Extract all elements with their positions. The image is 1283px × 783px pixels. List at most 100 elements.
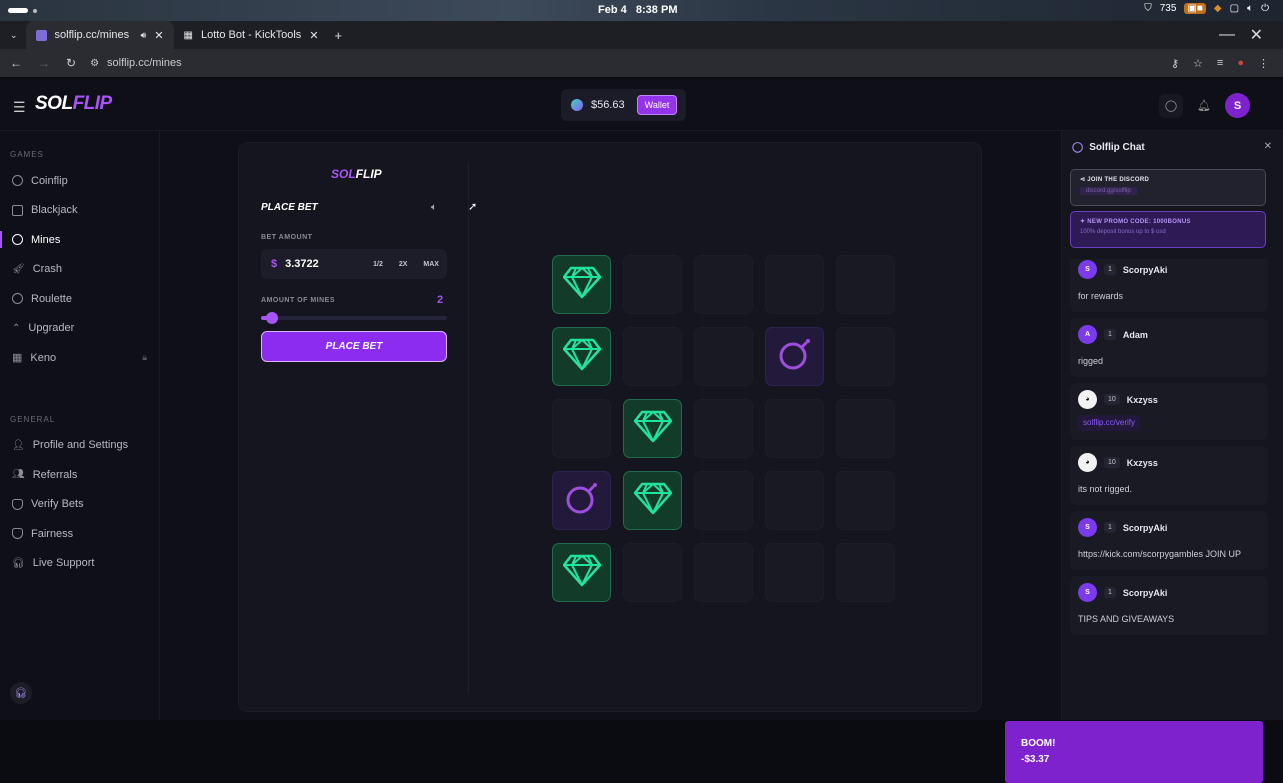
mine-tile[interactable]	[836, 471, 895, 530]
mine-tile-gem[interactable]	[552, 255, 611, 314]
support-headset-icon[interactable]: 🎧︎	[10, 682, 32, 704]
discord-link[interactable]: discord.gg/solflip	[1080, 187, 1137, 195]
sidebar-item-blackjack[interactable]: Blackjack	[0, 196, 159, 226]
media-icon[interactable]: ≡	[1217, 57, 1223, 70]
mine-tile[interactable]	[765, 471, 824, 530]
mine-tile[interactable]	[836, 327, 895, 386]
chat-icon[interactable]: ◯	[1159, 93, 1184, 118]
mine-tile[interactable]	[552, 399, 611, 458]
workspace-indicator[interactable]	[8, 8, 28, 13]
mine-tile[interactable]	[836, 543, 895, 602]
mine-tile[interactable]	[836, 255, 895, 314]
sidebar-item-verify-bets[interactable]: Verify Bets	[0, 490, 159, 520]
window-icon[interactable]: ▢	[1230, 3, 1239, 14]
mine-tile-gem[interactable]	[552, 327, 611, 386]
close-chat-icon[interactable]: ✕	[1264, 141, 1272, 152]
menu-icon[interactable]: ☰	[13, 99, 26, 116]
chat-avatar[interactable]: ◕	[1078, 390, 1097, 409]
sidebar-item-roulette[interactable]: Roulette	[0, 284, 159, 314]
place-bet-button[interactable]: PLACE BET	[261, 331, 447, 362]
minimize-icon[interactable]: —	[1219, 26, 1235, 44]
reload-icon[interactable]: ↻	[66, 56, 76, 70]
tab-solflip[interactable]: solflip.cc/mines 🔊︎ ✕	[25, 21, 174, 49]
bookmark-star-icon[interactable]: ☆	[1193, 57, 1203, 70]
new-tab-icon[interactable]: +	[335, 28, 343, 43]
chat-username[interactable]: Kxzyss	[1127, 458, 1158, 468]
site-logo[interactable]: SOLFLIP	[35, 93, 112, 115]
mines-slider[interactable]	[261, 312, 447, 324]
site-info-icon[interactable]: ⚙	[90, 58, 99, 69]
wallet-button[interactable]: Wallet	[636, 95, 678, 115]
sidebar-item-live-support[interactable]: 🎧︎ Live Support	[0, 549, 159, 579]
key-icon[interactable]: ⚷	[1171, 57, 1179, 70]
back-icon[interactable]: ←	[10, 56, 22, 70]
mine-tile[interactable]	[623, 543, 682, 602]
chat-username[interactable]: ScorpyAki	[1123, 265, 1168, 275]
half-bet-button[interactable]: 1/2	[373, 261, 383, 268]
mine-tile[interactable]	[694, 327, 753, 386]
solflip-app: ☰ SOLFLIP $56.63 Wallet ◯ 🔔︎ S GAMES Coi…	[0, 79, 1283, 783]
volume-icon[interactable]: 🔈︎	[1247, 3, 1253, 14]
close-window-icon[interactable]: ✕	[1250, 25, 1263, 45]
avatar[interactable]: S	[1225, 93, 1250, 118]
bell-icon[interactable]: 🔔︎	[1197, 99, 1211, 112]
shield-icon[interactable]: ⛉	[1144, 3, 1152, 14]
sidebar-item-crash[interactable]: 🚀︎ Crash	[0, 255, 159, 285]
sidebar-item-referrals[interactable]: 👥︎ Referrals	[0, 460, 159, 490]
chat-message-header: S 1 ScorpyAki	[1078, 260, 1260, 279]
chat-username[interactable]: ScorpyAki	[1123, 523, 1168, 533]
double-bet-button[interactable]: 2X	[399, 261, 408, 268]
sidebar-item-profile[interactable]: 👤︎ Profile and Settings	[0, 431, 159, 461]
sidebar-item-mines[interactable]: Mines	[0, 225, 159, 255]
sidebar-item-fairness[interactable]: Fairness	[0, 519, 159, 549]
tab-lotto-bot[interactable]: ▦ Lotto Bot - KickTools ✕	[174, 21, 329, 49]
mine-tile-gem[interactable]	[623, 399, 682, 458]
chat-message-text[interactable]: solflip.cc/verify	[1078, 415, 1141, 431]
mines-slider-knob[interactable]	[266, 312, 279, 324]
menu-icon[interactable]: ⋮	[1258, 57, 1269, 70]
chat-avatar[interactable]: S	[1078, 583, 1097, 602]
mine-tile[interactable]	[765, 399, 824, 458]
bet-amount-input[interactable]: $ 3.3722 1/2 2X MAX	[261, 249, 447, 279]
mine-tile[interactable]	[623, 255, 682, 314]
chat-avatar[interactable]: ◕	[1078, 453, 1097, 472]
profile-icon[interactable]: ●	[1237, 57, 1244, 70]
alert-icon[interactable]: ◆	[1214, 3, 1222, 14]
mine-tile-bomb[interactable]	[552, 471, 611, 530]
mine-tile[interactable]	[694, 255, 753, 314]
workspace-dot[interactable]	[33, 9, 37, 13]
url-field[interactable]: solflip.cc/mines	[107, 57, 182, 69]
chat-avatar[interactable]: S	[1078, 260, 1097, 279]
chat-avatar[interactable]: S	[1078, 518, 1097, 537]
mine-tile[interactable]	[765, 543, 824, 602]
promo-banner[interactable]: ✦ NEW PROMO CODE: 1000BONUS 100% deposit…	[1070, 211, 1266, 248]
chat-username[interactable]: Kxzyss	[1127, 395, 1158, 405]
record-icon[interactable]: ▣■	[1184, 3, 1206, 14]
tab-close-icon[interactable]: ✕	[154, 29, 163, 42]
mine-tile-gem[interactable]	[552, 543, 611, 602]
sound-icon[interactable]: 🔈︎	[431, 202, 437, 213]
speaker-icon[interactable]: 🔊︎	[141, 30, 147, 41]
forward-icon[interactable]: →	[38, 56, 50, 70]
tab-list-chevron-icon[interactable]: ⌄	[10, 30, 18, 41]
bet-amount-value[interactable]: 3.3722	[285, 258, 357, 270]
sidebar-item-upgrader[interactable]: ⌃ Upgrader	[0, 314, 159, 344]
mine-tile-gem[interactable]	[623, 471, 682, 530]
mine-tile[interactable]	[836, 399, 895, 458]
chat-username[interactable]: ScorpyAki	[1123, 588, 1168, 598]
mine-tile[interactable]	[694, 471, 753, 530]
mine-tile[interactable]	[765, 255, 824, 314]
os-clock[interactable]: Feb 4 8:38 PM	[598, 4, 677, 16]
mine-tile[interactable]	[694, 543, 753, 602]
mine-tile[interactable]	[623, 327, 682, 386]
chat-username[interactable]: Adam	[1123, 330, 1148, 340]
chat-avatar[interactable]: A	[1078, 325, 1097, 344]
mine-tile-bomb[interactable]	[765, 327, 824, 386]
sidebar-item-keno[interactable]: ▦ Keno 🔒︎	[0, 343, 159, 373]
tab-close-icon[interactable]: ✕	[309, 29, 318, 42]
sidebar-item-coinflip[interactable]: Coinflip	[0, 166, 159, 196]
max-bet-button[interactable]: MAX	[423, 261, 439, 268]
discord-banner[interactable]: ⊲ JOIN THE DISCORD discord.gg/solflip	[1070, 169, 1266, 206]
mine-tile[interactable]	[694, 399, 753, 458]
power-icon[interactable]: ⏻	[1261, 3, 1269, 14]
